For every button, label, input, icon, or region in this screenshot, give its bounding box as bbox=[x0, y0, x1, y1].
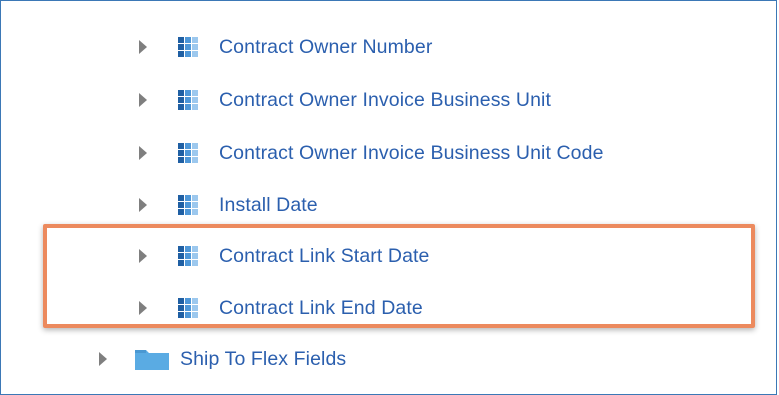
tree-item-contract-owner-invoice-business-unit-code[interactable]: Contract Owner Invoice Business Unit Cod… bbox=[139, 138, 604, 168]
column-grid-icon bbox=[178, 194, 198, 215]
tree-item-contract-link-end-date[interactable]: Contract Link End Date bbox=[139, 293, 423, 323]
column-grid-icon bbox=[178, 245, 198, 266]
tree-folder-label: Ship To Flex Fields bbox=[180, 347, 347, 370]
column-grid-icon bbox=[178, 297, 198, 318]
expand-caret-icon[interactable] bbox=[139, 249, 147, 263]
expand-caret-icon[interactable] bbox=[139, 146, 147, 160]
tree-item-label: Contract Owner Invoice Business Unit Cod… bbox=[219, 141, 604, 164]
tree-item-contract-owner-invoice-business-unit[interactable]: Contract Owner Invoice Business Unit bbox=[139, 85, 551, 115]
tree-item-contract-owner-number[interactable]: Contract Owner Number bbox=[139, 32, 432, 62]
column-grid-icon bbox=[178, 36, 198, 57]
tree-folder-ship-to-flex-fields[interactable]: Ship To Flex Fields bbox=[99, 344, 346, 374]
subject-area-tree-panel: Contract Owner Number Contract Owner Inv… bbox=[0, 0, 777, 395]
tree-item-label: Contract Owner Invoice Business Unit bbox=[219, 88, 551, 111]
tree-item-label: Contract Link End Date bbox=[219, 296, 423, 319]
column-grid-icon bbox=[178, 89, 198, 110]
expand-caret-icon[interactable] bbox=[139, 301, 147, 315]
column-grid-icon bbox=[178, 142, 198, 163]
tree-item-label: Contract Owner Number bbox=[219, 35, 433, 58]
expand-caret-icon[interactable] bbox=[139, 198, 147, 212]
expand-caret-icon[interactable] bbox=[99, 352, 107, 366]
tree-item-contract-link-start-date[interactable]: Contract Link Start Date bbox=[139, 241, 430, 271]
expand-caret-icon[interactable] bbox=[139, 40, 147, 54]
tree-item-install-date[interactable]: Install Date bbox=[139, 190, 318, 220]
tree-item-label: Contract Link Start Date bbox=[219, 244, 430, 267]
expand-caret-icon[interactable] bbox=[139, 93, 147, 107]
tree-item-label: Install Date bbox=[219, 193, 318, 216]
folder-icon bbox=[135, 350, 169, 370]
